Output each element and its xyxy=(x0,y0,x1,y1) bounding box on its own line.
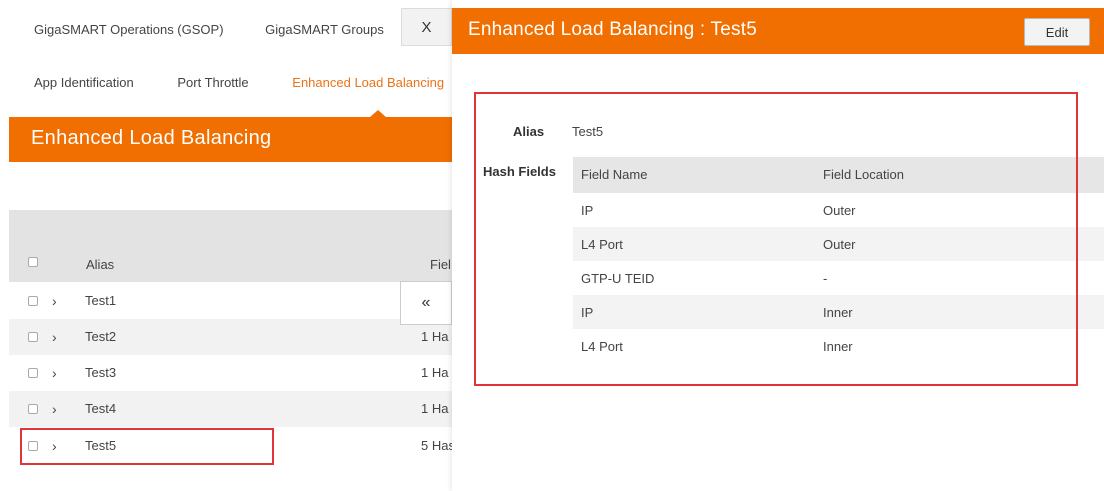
row-alias: Test1 xyxy=(85,293,117,308)
row-alias: Test4 xyxy=(85,401,117,416)
column-header-fields[interactable]: Fiel xyxy=(430,257,451,272)
column-header-alias[interactable]: Alias xyxy=(86,257,114,272)
chevron-right-icon[interactable]: › xyxy=(52,293,57,309)
chevron-right-icon[interactable]: › xyxy=(52,365,57,381)
subnav-enhanced-load-balancing[interactable]: Enhanced Load Balancing xyxy=(292,75,444,90)
select-all-checkbox[interactable] xyxy=(28,257,38,267)
section-header: Enhanced Load Balancing xyxy=(9,117,452,162)
subnav-app-identification[interactable]: App Identification xyxy=(34,75,134,90)
panel-header: Enhanced Load Balancing : Test5 Edit xyxy=(452,8,1104,54)
table-row[interactable]: › Test4 1 Ha xyxy=(9,391,452,427)
subnav-port-throttle[interactable]: Port Throttle xyxy=(177,75,248,90)
close-panel-button[interactable]: X xyxy=(401,8,452,46)
chevron-right-icon[interactable]: › xyxy=(52,401,57,417)
table-header xyxy=(9,210,452,282)
panel-title: Enhanced Load Balancing : Test5 xyxy=(468,19,757,40)
collapse-panel-button[interactable]: « xyxy=(400,281,452,325)
row-checkbox[interactable] xyxy=(28,404,38,414)
sub-nav: App Identification Port Throttle Enhance… xyxy=(34,75,452,90)
section-title: Enhanced Load Balancing xyxy=(31,127,272,149)
selected-row-highlight xyxy=(20,428,274,465)
edit-button[interactable]: Edit xyxy=(1024,18,1090,46)
top-nav: GigaSMART Operations (GSOP) GigaSMART Gr… xyxy=(34,22,422,37)
nav-gigasmart-groups[interactable]: GigaSMART Groups xyxy=(265,22,384,37)
row-alias: Test3 xyxy=(85,365,117,380)
chevron-right-icon[interactable]: › xyxy=(52,329,57,345)
table-row[interactable]: › Test1 xyxy=(9,283,452,319)
row-checkbox[interactable] xyxy=(28,332,38,342)
row-fields: 5 Has xyxy=(421,438,452,453)
table-row[interactable]: › Test2 1 Ha xyxy=(9,319,452,355)
details-highlight xyxy=(474,92,1078,386)
list-page: GigaSMART Operations (GSOP) GigaSMART Gr… xyxy=(0,0,452,491)
nav-gsop[interactable]: GigaSMART Operations (GSOP) xyxy=(34,22,224,37)
detail-panel: Enhanced Load Balancing : Test5 Edit Ali… xyxy=(452,0,1104,491)
row-fields: 1 Ha xyxy=(421,401,449,416)
row-checkbox[interactable] xyxy=(28,368,38,378)
table-row[interactable]: › Test3 1 Ha xyxy=(9,355,452,391)
row-checkbox[interactable] xyxy=(28,296,38,306)
row-fields: 1 Ha xyxy=(421,329,449,344)
row-fields: 1 Ha xyxy=(421,365,449,380)
row-alias: Test2 xyxy=(85,329,117,344)
